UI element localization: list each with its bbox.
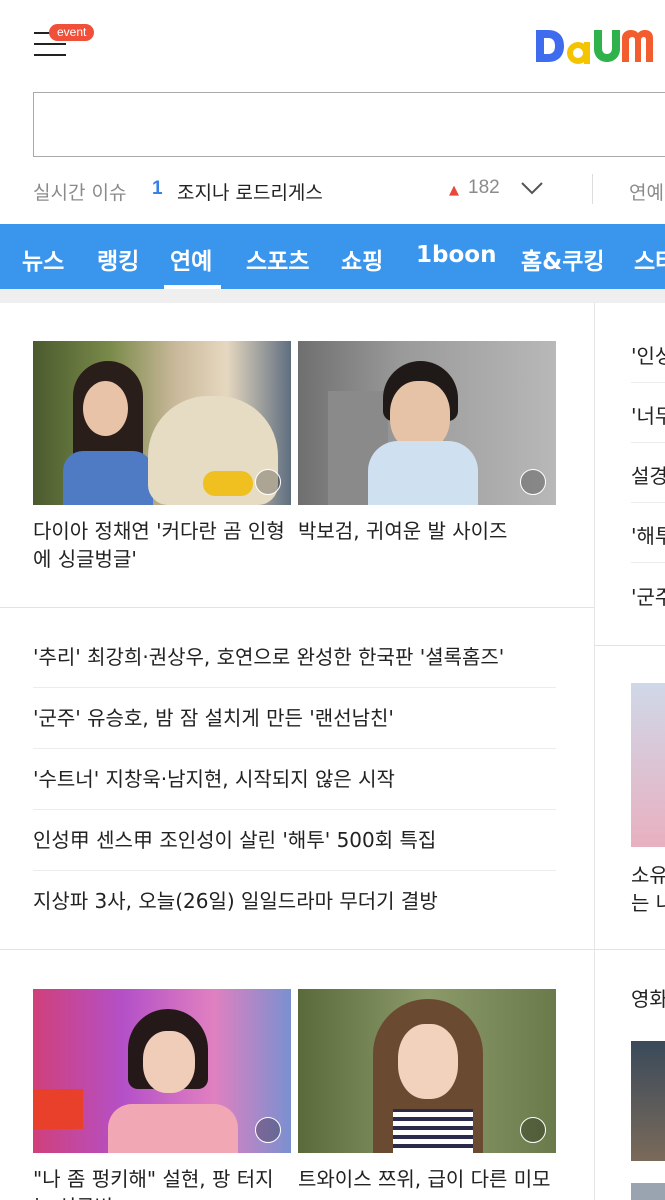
realtime-issue-bar[interactable]: 실시간 이슈 1 조지나 로드리게스 ▲ 182 연예 — [0, 170, 665, 210]
header: event — [0, 0, 665, 84]
side-list-item[interactable]: '인성 — [631, 340, 665, 369]
photo-card[interactable]: 박보검, 귀여운 발 사이즈 — [298, 341, 556, 545]
photo-card[interactable]: 트와이스 쯔위, 급이 다른 미모 — [298, 989, 556, 1193]
section-divider — [0, 949, 594, 950]
side-list-item[interactable]: 설경 — [631, 460, 665, 489]
side-section-divider — [595, 645, 665, 646]
photo-thumbnail[interactable] — [298, 341, 556, 505]
photo-caption[interactable]: 트와이스 쯔위, 급이 다른 미모 — [298, 1165, 556, 1193]
side-divider — [631, 502, 665, 503]
realtime-issue-count: 182 — [468, 177, 500, 198]
tab-news[interactable]: 뉴스 — [22, 242, 64, 276]
search-input[interactable] — [33, 92, 665, 157]
side-caption-line[interactable]: 소유 — [631, 859, 665, 888]
tab-entertainment[interactable]: 연예 — [170, 242, 212, 276]
headline-list: '추리' 최강희·권상우, 호연으로 완성한 한국판 '셜록홈즈' '군주' 유… — [33, 627, 556, 932]
main-column: 다이아 정채연 '커다란 곰 인형에 싱글벙글' 박보검, 귀여운 발 사이즈 … — [0, 303, 594, 1200]
photo-caption[interactable]: 박보검, 귀여운 발 사이즈 — [298, 517, 556, 545]
realtime-issue-label: 실시간 이슈 — [33, 182, 127, 204]
daum-logo[interactable] — [534, 24, 654, 68]
trend-up-icon: ▲ — [449, 183, 459, 198]
realtime-issue-keyword[interactable]: 조지나 로드리게스 — [177, 178, 323, 205]
photo-caption[interactable]: "나 좀 펑키해" 설현, 팡 터지는 싱글벙 — [33, 1165, 291, 1200]
photo-card[interactable]: "나 좀 펑키해" 설현, 팡 터지는 싱글벙 — [33, 989, 291, 1200]
list-item[interactable]: '추리' 최강희·권상우, 호연으로 완성한 한국판 '셜록홈즈' — [33, 627, 556, 688]
section-gap — [0, 289, 665, 303]
category-nav: 뉴스 랭킹 연예 스포츠 쇼핑 1boon 홈&쿠킹 스타 — [0, 224, 665, 289]
gallery-icon — [520, 469, 546, 495]
photo-thumbnail[interactable] — [33, 989, 291, 1153]
gallery-icon — [255, 1117, 281, 1143]
side-divider — [631, 382, 665, 383]
gallery-icon — [520, 1117, 546, 1143]
event-badge: event — [49, 24, 95, 41]
photo-caption[interactable]: 다이아 정채연 '커다란 곰 인형에 싱글벙글' — [33, 517, 291, 573]
photo-card[interactable]: 다이아 정채연 '커다란 곰 인형에 싱글벙글' — [33, 341, 291, 573]
side-list-item[interactable]: '너무 — [631, 400, 665, 429]
tab-home-cooking[interactable]: 홈&쿠킹 — [521, 242, 605, 276]
side-column: '인성 '너무 설경 '해투 '군주 소유 는 나 영화 — [595, 303, 665, 1200]
photo-thumbnail[interactable] — [298, 989, 556, 1153]
side-section-title: 영화 — [631, 987, 665, 1011]
list-item[interactable]: '군주' 유승호, 밤 잠 설치게 만든 '랜선남친' — [33, 688, 556, 749]
side-photo-thumbnail[interactable] — [631, 1183, 665, 1200]
side-list-item[interactable]: '해투 — [631, 520, 665, 549]
list-item[interactable]: 인성甲 센스甲 조인성이 살린 '해투' 500회 특집 — [33, 810, 556, 871]
realtime-issue-next[interactable]: 연예 — [629, 178, 664, 205]
side-section-divider — [595, 949, 665, 950]
side-photo-thumbnail[interactable] — [631, 1041, 665, 1161]
tab-sports[interactable]: 스포츠 — [246, 242, 309, 276]
side-caption-line[interactable]: 는 나 — [631, 887, 665, 916]
tab-shopping[interactable]: 쇼핑 — [341, 242, 383, 276]
section-divider — [0, 607, 594, 608]
gallery-icon — [255, 469, 281, 495]
tab-1boon[interactable]: 1boon — [416, 242, 496, 268]
photo-thumbnail[interactable] — [33, 341, 291, 505]
realtime-issue-rank: 1 — [152, 178, 163, 199]
side-photo-thumbnail[interactable] — [631, 683, 665, 847]
tab-ranking[interactable]: 랭킹 — [97, 242, 139, 276]
issue-divider — [592, 174, 593, 204]
side-divider — [631, 442, 665, 443]
chevron-down-icon[interactable] — [520, 176, 544, 200]
list-item[interactable]: 지상파 3사, 오늘(26일) 일일드라마 무더기 결방 — [33, 871, 556, 932]
tab-star[interactable]: 스타 — [634, 242, 665, 276]
list-item[interactable]: '수트너' 지창욱·남지현, 시작되지 않은 시작 — [33, 749, 556, 810]
side-divider — [631, 562, 665, 563]
side-list-item[interactable]: '군주 — [631, 581, 665, 610]
